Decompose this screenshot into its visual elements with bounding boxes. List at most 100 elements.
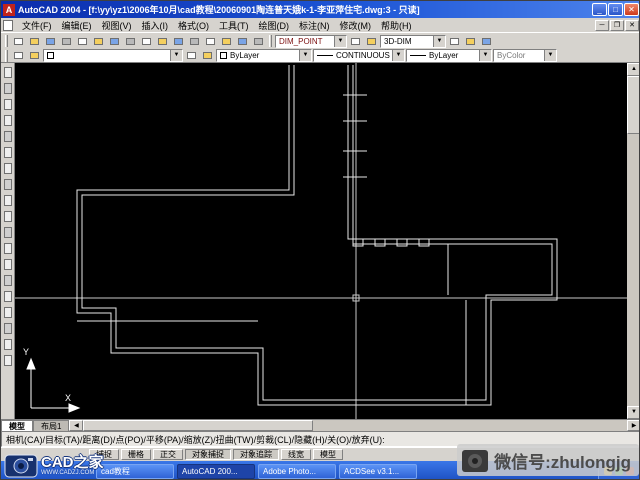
chevron-down-icon[interactable]: ▼ bbox=[299, 50, 311, 61]
layers-icon[interactable] bbox=[11, 49, 26, 62]
layer-previous-icon[interactable] bbox=[200, 49, 215, 62]
dim-style-dropdown[interactable]: DIM_POINT ▼ bbox=[275, 34, 347, 48]
mdi-restore-button[interactable]: ❐ bbox=[610, 19, 624, 31]
chevron-down-icon[interactable]: ▼ bbox=[392, 50, 404, 61]
region-icon[interactable] bbox=[1, 305, 14, 320]
point-icon[interactable] bbox=[1, 273, 14, 288]
lineweight-dropdown[interactable]: ByLayer ▼ bbox=[406, 49, 492, 62]
new-icon[interactable] bbox=[11, 34, 26, 48]
menu-view[interactable]: 视图(V) bbox=[97, 18, 137, 33]
menu-file[interactable]: 文件(F) bbox=[17, 18, 57, 33]
mtext-icon[interactable] bbox=[1, 321, 14, 336]
construction-line-icon[interactable] bbox=[1, 81, 14, 96]
redo-icon[interactable] bbox=[187, 34, 202, 48]
status-toggle[interactable]: 线宽 bbox=[281, 449, 311, 460]
linetype-dropdown[interactable]: CONTINUOUS ▼ bbox=[313, 49, 405, 62]
scroll-left-icon[interactable]: ◀ bbox=[69, 420, 84, 431]
spline-icon[interactable] bbox=[1, 193, 14, 208]
menu-tools[interactable]: 工具(T) bbox=[214, 18, 254, 33]
taskbar-item[interactable]: AutoCAD 200... bbox=[177, 463, 255, 479]
properties-icon[interactable] bbox=[447, 34, 462, 48]
text-style-dropdown[interactable]: 3D-DIM ▼ bbox=[380, 34, 446, 48]
menu-insert[interactable]: 插入(I) bbox=[137, 18, 174, 33]
taskbar-item[interactable]: ACDSee v3.1... bbox=[339, 463, 417, 479]
spell-icon[interactable] bbox=[91, 34, 106, 48]
menu-format[interactable]: 格式(O) bbox=[173, 18, 214, 33]
toolbar-grip[interactable] bbox=[269, 35, 272, 47]
zoom-window-icon[interactable] bbox=[235, 34, 250, 48]
vertical-scrollbar[interactable]: ▲ ▼ bbox=[627, 63, 639, 419]
dimension-icon[interactable] bbox=[1, 353, 14, 368]
match-properties-icon[interactable] bbox=[155, 34, 170, 48]
chevron-down-icon[interactable]: ▼ bbox=[544, 50, 556, 61]
line-icon[interactable] bbox=[1, 65, 14, 80]
plot-preview-icon[interactable] bbox=[75, 34, 90, 48]
rectangle-icon[interactable] bbox=[1, 129, 14, 144]
make-object-layer-icon[interactable] bbox=[184, 49, 199, 62]
plotstyle-dropdown[interactable]: ByColor ▼ bbox=[493, 49, 557, 62]
status-toggle[interactable]: 栅格 bbox=[121, 449, 151, 460]
undo-icon[interactable] bbox=[171, 34, 186, 48]
revcloud-icon[interactable] bbox=[1, 177, 14, 192]
status-toggle[interactable]: 对象追踪 bbox=[233, 449, 279, 460]
make-block-icon[interactable] bbox=[1, 257, 14, 272]
help-icon[interactable] bbox=[479, 34, 494, 48]
toolbar-grip[interactable] bbox=[5, 35, 8, 47]
tab-layout1[interactable]: 布局1 bbox=[33, 420, 70, 431]
paste-icon[interactable] bbox=[139, 34, 154, 48]
horizontal-scrollbar[interactable]: ◀ ▶ bbox=[69, 420, 639, 431]
tab-model[interactable]: 模型 bbox=[1, 420, 33, 431]
status-toggle[interactable]: 模型 bbox=[313, 449, 343, 460]
circle-icon[interactable] bbox=[1, 161, 14, 176]
dim-style-manager-icon[interactable] bbox=[348, 34, 363, 48]
cut-icon[interactable] bbox=[107, 34, 122, 48]
layer-properties-icon[interactable] bbox=[27, 49, 42, 62]
mdi-close-button[interactable]: ✕ bbox=[625, 19, 639, 31]
title-bar: A AutoCAD 2004 - [f:\yy\yz1\2006年10月\cad… bbox=[1, 1, 639, 18]
horizontal-scroll-thumb[interactable] bbox=[83, 420, 314, 431]
text-style-icon[interactable] bbox=[364, 34, 379, 48]
drawing-area[interactable]: Y X bbox=[15, 63, 627, 419]
chevron-down-icon[interactable]: ▼ bbox=[479, 50, 491, 61]
layer-dropdown[interactable]: ▼ bbox=[43, 49, 183, 62]
save-icon[interactable] bbox=[43, 34, 58, 48]
minimize-button[interactable]: _ bbox=[592, 3, 607, 16]
scroll-right-icon[interactable]: ▶ bbox=[627, 420, 639, 431]
zoom-realtime-icon[interactable] bbox=[219, 34, 234, 48]
close-button[interactable]: ✕ bbox=[624, 3, 639, 16]
pan-realtime-icon[interactable] bbox=[203, 34, 218, 48]
ellipse-arc-icon[interactable] bbox=[1, 225, 14, 240]
menu-draw[interactable]: 绘图(D) bbox=[254, 18, 295, 33]
ellipse-icon[interactable] bbox=[1, 209, 14, 224]
polygon-icon[interactable] bbox=[1, 113, 14, 128]
mdi-minimize-button[interactable]: ─ bbox=[595, 19, 609, 31]
status-toggle[interactable]: 正交 bbox=[153, 449, 183, 460]
taskbar-item[interactable]: Adobe Photo... bbox=[258, 463, 336, 479]
arc-icon[interactable] bbox=[1, 145, 14, 160]
insert-block-icon[interactable] bbox=[1, 241, 14, 256]
polyline-icon[interactable] bbox=[1, 97, 14, 112]
toolbar-grip[interactable] bbox=[5, 49, 8, 62]
taskbar-item[interactable]: cad教程 bbox=[96, 463, 174, 479]
chevron-down-icon[interactable]: ▼ bbox=[334, 35, 346, 47]
menu-help[interactable]: 帮助(H) bbox=[376, 18, 417, 33]
hatch-icon[interactable] bbox=[1, 289, 14, 304]
menu-dimension[interactable]: 标注(N) bbox=[294, 18, 335, 33]
chevron-down-icon[interactable]: ▼ bbox=[433, 35, 445, 47]
table-icon[interactable] bbox=[1, 337, 14, 352]
color-dropdown[interactable]: ByLayer ▼ bbox=[216, 49, 312, 62]
zoom-previous-icon[interactable] bbox=[251, 34, 266, 48]
status-toggle[interactable]: 对象捕捉 bbox=[185, 449, 231, 460]
open-icon[interactable] bbox=[27, 34, 42, 48]
copy-icon[interactable] bbox=[123, 34, 138, 48]
chevron-down-icon[interactable]: ▼ bbox=[170, 50, 182, 61]
scroll-up-icon[interactable]: ▲ bbox=[627, 63, 639, 76]
print-icon[interactable] bbox=[59, 34, 74, 48]
scroll-down-icon[interactable]: ▼ bbox=[627, 406, 639, 419]
vertical-scroll-thumb[interactable] bbox=[627, 76, 639, 134]
menu-modify[interactable]: 修改(M) bbox=[335, 18, 377, 33]
autocad-window: A AutoCAD 2004 - [f:\yy\yz1\2006年10月\cad… bbox=[0, 0, 640, 480]
maximize-button[interactable]: □ bbox=[608, 3, 623, 16]
designcenter-icon[interactable] bbox=[463, 34, 478, 48]
menu-edit[interactable]: 编辑(E) bbox=[57, 18, 97, 33]
